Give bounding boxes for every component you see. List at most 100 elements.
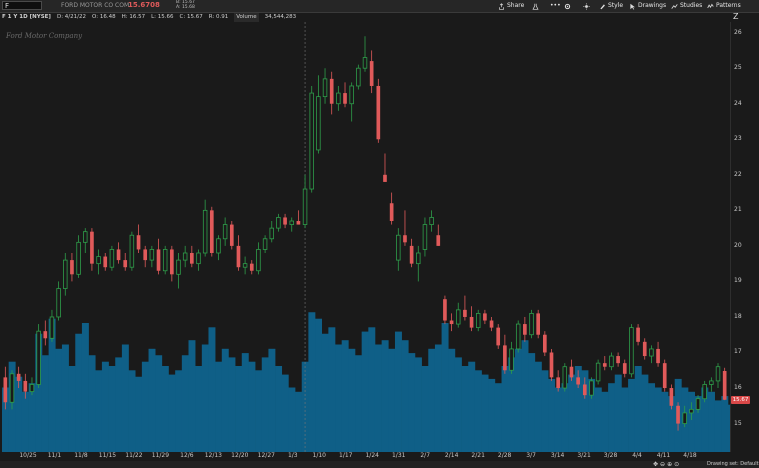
top-toolbar: F FORD MOTOR CO COM 15.6708 B: 15.67 A: … xyxy=(0,0,759,13)
candle-up xyxy=(96,249,101,275)
candle-down xyxy=(536,309,541,339)
date-tick-label: 11/8 xyxy=(74,452,88,459)
volume-bar xyxy=(568,374,576,452)
volume-bar xyxy=(81,323,89,452)
candle-up xyxy=(456,302,461,328)
candle-up xyxy=(242,256,248,275)
drawings-label: Drawings xyxy=(638,2,667,9)
volume-bar xyxy=(601,391,609,452)
volume-bar xyxy=(688,391,695,452)
candle-up xyxy=(349,82,354,122)
date-tick-label: 12/13 xyxy=(204,452,223,459)
candle-down xyxy=(389,192,394,225)
candle-down xyxy=(229,221,234,250)
theme-button[interactable] xyxy=(583,1,590,11)
last-price-flag: 15.67 xyxy=(731,395,750,404)
price-tick-label: 21 xyxy=(734,206,742,214)
candle-down xyxy=(343,82,347,108)
menu-button[interactable]: ••• xyxy=(550,1,561,11)
candle-up xyxy=(649,345,654,364)
date-axis[interactable]: 10/25 11/1 11/8 11/15 11/22 11/29 12/6 12/13 12/… xyxy=(0,452,730,461)
flask-icon xyxy=(532,3,539,10)
candle-up xyxy=(182,245,188,268)
volume-bar xyxy=(215,361,223,452)
candle-up xyxy=(76,235,81,278)
candle-up xyxy=(475,309,481,332)
studies-icon xyxy=(671,3,678,9)
flask-button[interactable] xyxy=(532,1,539,11)
candle-up xyxy=(356,64,361,90)
volume-bar xyxy=(41,355,49,452)
settings-button[interactable] xyxy=(564,1,571,11)
volume-bar xyxy=(155,355,163,452)
candle-down xyxy=(616,352,620,367)
date-tick-label: 2/21 xyxy=(471,452,485,459)
volume-bar xyxy=(494,383,502,452)
share-button[interactable]: Share xyxy=(498,1,524,11)
share-label: Share xyxy=(507,2,525,9)
drawing-set-label[interactable]: Drawing set: Default xyxy=(707,461,759,468)
price-axis[interactable]: 15 16 17 18 19 20 21 22 23 24 25 26 xyxy=(730,22,759,452)
volume-label: Volume xyxy=(234,13,259,22)
candle-up xyxy=(162,245,168,275)
volume-bar xyxy=(661,391,669,452)
bar-open: O: 16.48 xyxy=(92,14,116,20)
candle-up xyxy=(262,235,268,253)
style-button[interactable]: Style xyxy=(599,1,623,11)
price-chart[interactable] xyxy=(0,22,730,452)
candle-down xyxy=(403,210,407,246)
patterns-button[interactable]: Patterns xyxy=(707,1,741,11)
drawings-button[interactable]: Drawings xyxy=(629,1,666,11)
candle-down xyxy=(489,316,494,332)
date-tick-label: 11/22 xyxy=(125,452,143,459)
candle-down xyxy=(136,224,141,253)
volume-bar xyxy=(221,348,229,452)
candle-up xyxy=(276,213,281,232)
candle-up xyxy=(83,228,88,253)
volume-bar xyxy=(261,357,269,452)
volume-value: 34,544,283 xyxy=(264,14,297,20)
zoom-fit-icon[interactable]: ⊙ xyxy=(674,461,679,468)
zoom-out-icon[interactable]: ⊖ xyxy=(660,461,665,468)
candle-up xyxy=(529,309,534,339)
volume-bar xyxy=(95,370,103,452)
candle-down xyxy=(722,367,727,401)
volume-bar xyxy=(235,366,243,452)
date-tick-label: 11/1 xyxy=(47,452,62,459)
zoom-in-icon[interactable]: ⊕ xyxy=(667,461,672,468)
volume-bar xyxy=(121,344,129,452)
candle-up xyxy=(129,231,135,271)
candle-up xyxy=(429,210,434,232)
date-tick-label: 1/17 xyxy=(339,452,353,459)
candle-down xyxy=(170,245,174,282)
volume-bar xyxy=(374,344,382,452)
date-tick-label: 12/20 xyxy=(231,452,249,459)
volume-bar xyxy=(554,387,562,452)
pan-icon[interactable]: ✥ xyxy=(653,461,658,468)
candle-up xyxy=(202,199,208,257)
candle-down xyxy=(496,324,501,349)
symbol-input[interactable]: F xyxy=(2,1,42,10)
candle-up xyxy=(309,85,314,193)
candle-down xyxy=(329,71,334,115)
ask-price: A: 15.68 xyxy=(176,5,195,10)
volume-bar xyxy=(434,344,442,452)
z-icon[interactable]: Z xyxy=(733,12,738,21)
volume-bar xyxy=(61,344,69,452)
volume-bar xyxy=(195,366,203,452)
candle-up xyxy=(196,249,201,271)
candle-down xyxy=(283,213,287,229)
volume-bar xyxy=(401,340,409,452)
candle-up xyxy=(562,363,568,392)
volume-bar xyxy=(188,340,196,452)
bottom-bar xyxy=(0,461,759,468)
volume-bar xyxy=(201,344,209,452)
last-price: 15.6708 xyxy=(128,1,160,9)
volume-bar xyxy=(474,370,482,452)
volume-bar xyxy=(714,400,722,452)
candle-up xyxy=(63,252,68,296)
candle-up xyxy=(176,252,181,289)
studies-button[interactable]: Studies xyxy=(671,1,702,11)
volume-bar xyxy=(175,370,183,452)
volume-bar xyxy=(341,340,349,452)
